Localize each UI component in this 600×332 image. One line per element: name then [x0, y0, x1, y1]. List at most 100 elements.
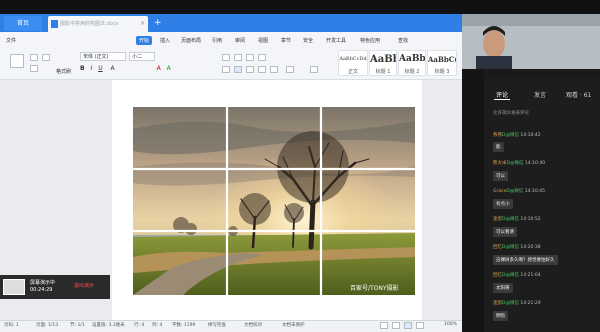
close-icon[interactable]: × [140, 16, 145, 32]
cut-icon[interactable] [30, 54, 38, 61]
app-window: { "tabs": { "home": "首页", "doc": "摄影中常用的… [0, 0, 600, 332]
doc-check-button[interactable]: 文档校对 [244, 322, 262, 328]
style-normal-label: 正文 [347, 69, 358, 75]
share-timer: 00:24:29 [30, 287, 53, 293]
tab-document-label: 摄影中常用的构图法.docx [60, 21, 119, 27]
comment-bubble: 可以看清 [493, 227, 517, 237]
spell-check-button[interactable]: 拼写检查 [208, 322, 226, 328]
outline-view-icon[interactable] [416, 322, 424, 329]
share-thumbnail [3, 279, 25, 295]
shading-icon[interactable] [310, 66, 318, 73]
presenter-video [462, 14, 600, 69]
status-pages: 页面: 1/13 [36, 323, 59, 328]
style-normal-sample: AaBbCcDd [339, 56, 367, 62]
format-buttons: B I U A A A [80, 65, 171, 72]
numbering-icon[interactable] [234, 54, 242, 61]
menu-chapter[interactable]: 章节 [281, 37, 291, 44]
menu-references[interactable]: 引用 [212, 37, 222, 44]
comment-bubble: 可以 [493, 171, 508, 181]
comment-bubble: 能 [493, 142, 504, 152]
menu-review[interactable]: 审阅 [235, 37, 245, 44]
paste-icon[interactable] [10, 54, 24, 68]
watermark-text: 百家号/TONY摄影 [350, 285, 399, 292]
style-heading1-sample: AaBb [370, 54, 396, 65]
landscape-photo[interactable] [133, 107, 415, 295]
comment-meta: GraceD@微信 14:10:45 [493, 189, 545, 194]
top-strip [0, 0, 600, 14]
font-name-select[interactable]: 宋体 (正文) [80, 52, 126, 61]
status-page: 页码: 1 [4, 323, 19, 328]
comment-bubble: 这裸树多久啊？感觉要怕好久 [493, 255, 558, 265]
menu-search[interactable]: 查找 [398, 37, 408, 44]
style-heading3-sample: AaBbC( [428, 55, 456, 64]
comment-meta: 迷思D@微信 14:10:52 [493, 217, 541, 222]
style-heading3[interactable]: AaBbC( 标题 3 [427, 50, 457, 76]
status-row: 行: 4 [134, 323, 145, 328]
style-heading2-label: 标题 2 [404, 69, 420, 75]
word-doc-icon [51, 20, 58, 28]
tab-comments[interactable]: 评论 [496, 90, 508, 99]
underline-icon[interactable]: U [98, 65, 102, 72]
page-view-icon[interactable] [380, 322, 388, 329]
menu-insert[interactable]: 插入 [160, 37, 170, 44]
menu-view[interactable]: 视图 [258, 37, 268, 44]
highlight-icon[interactable]: A [167, 65, 171, 72]
comment-meta: 回忆D@微信 14:21:04 [493, 273, 541, 278]
outdent-icon[interactable] [258, 54, 266, 61]
bullets-icon[interactable] [222, 54, 230, 61]
menu-file[interactable]: 文件 [6, 37, 16, 44]
style-normal[interactable]: AaBbCcDd 正文 [338, 50, 368, 76]
doc-protect-status[interactable]: 文档未保护 [282, 322, 305, 328]
bold-icon[interactable]: B [80, 65, 85, 72]
comment-bubble: 有点小 [493, 199, 513, 209]
align-left-icon[interactable] [222, 66, 230, 73]
copy-icon[interactable] [42, 54, 50, 61]
presenter-avatar [462, 14, 600, 69]
web-view-icon[interactable] [392, 322, 400, 329]
justify-icon[interactable] [258, 66, 266, 73]
status-words: 字数: 1199 [172, 323, 196, 328]
style-heading3-label: 标题 3 [434, 69, 450, 75]
status-setting: 设置值: 3.3厘米 [92, 323, 125, 328]
comment-permission-toggle[interactable]: 允许观众发表评论 [493, 110, 529, 116]
strikethrough-icon[interactable]: A [111, 65, 115, 72]
menu-bar: 文件 开始 插入 页面布局 引用 审阅 视图 章节 安全 开发工具 特色应用 查… [0, 34, 462, 48]
status-col: 列: 4 [152, 323, 163, 328]
font-size-select[interactable]: 小二 [129, 52, 155, 61]
align-center-icon[interactable] [234, 66, 242, 73]
menu-layout[interactable]: 页面布局 [181, 37, 201, 44]
status-section: 节: 1/1 [70, 323, 85, 328]
comment-meta: 迷思D@微信 14:21:29 [493, 301, 541, 306]
comment-meta: 熊大米D@微信 14:10:40 [493, 161, 546, 166]
share-status-label: 屏幕演示中 [30, 280, 56, 286]
format-painter-icon[interactable] [30, 65, 38, 72]
menu-home[interactable]: 开始 [136, 36, 153, 45]
menu-special[interactable]: 特色应用 [360, 37, 380, 44]
read-view-icon[interactable] [404, 322, 412, 329]
zoom-level[interactable]: 100% [444, 322, 457, 327]
format-painter-label: 格式刷 [56, 69, 72, 75]
font-color-icon[interactable]: A [157, 65, 161, 72]
comment-meta: 燕燕D@微信 14:10:42 [493, 133, 541, 138]
menu-security[interactable]: 安全 [303, 37, 313, 44]
tab-document[interactable]: 摄影中常用的构图法.docx × [48, 16, 148, 32]
tab-speak[interactable]: 发言 [534, 90, 546, 99]
active-tab-indicator [494, 99, 510, 100]
comment-meta: 回忆D@微信 14:20:38 [493, 245, 541, 250]
italic-icon[interactable]: I [91, 65, 93, 72]
tab-home[interactable]: 首页 [4, 16, 42, 31]
tree-sunset-image [133, 107, 415, 295]
align-right-icon[interactable] [246, 66, 254, 73]
style-heading1-label: 标题 1 [375, 69, 391, 75]
line-spacing-icon[interactable] [270, 66, 278, 73]
tab-viewers[interactable]: 观看 · 61 [566, 90, 591, 99]
clipboard-group [4, 50, 324, 78]
indent-icon[interactable] [246, 54, 254, 61]
menu-developer[interactable]: 开发工具 [326, 37, 346, 44]
border-icon[interactable] [286, 66, 294, 73]
style-heading1[interactable]: AaBb 标题 1 [369, 50, 397, 76]
new-tab-button[interactable]: + [154, 16, 162, 31]
exit-share-button[interactable]: 退出演示 [74, 282, 94, 289]
comment-bubble: 明暗 [493, 311, 508, 321]
style-heading2[interactable]: AaBb( 标题 2 [398, 50, 426, 76]
